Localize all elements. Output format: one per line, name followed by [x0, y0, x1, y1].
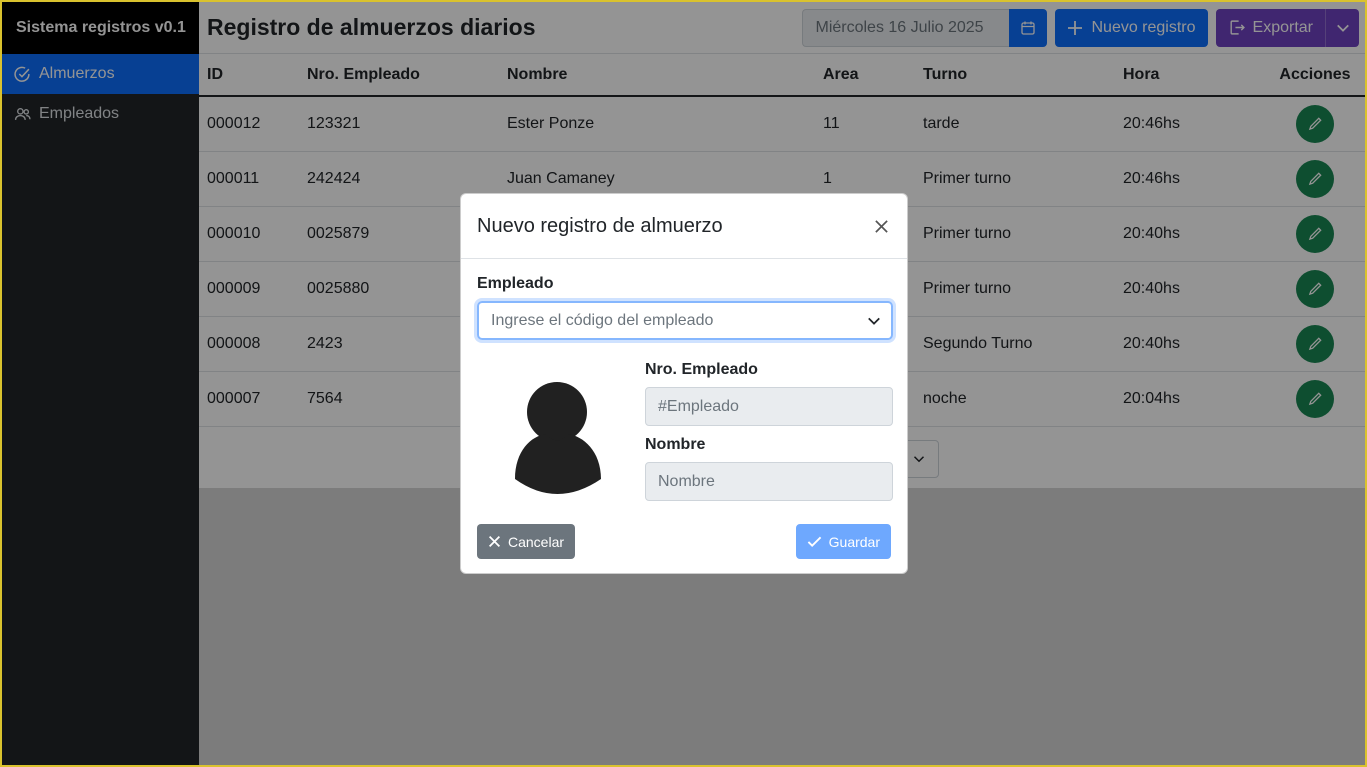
- empleado-label: Empleado: [477, 275, 554, 292]
- employee-info: Nro. Empleado #Empleado Nombre Nombre: [645, 361, 893, 501]
- chevron-down-icon: [868, 317, 880, 325]
- person-avatar-icon: [515, 382, 601, 494]
- nro-empleado-label: Nro. Empleado: [645, 361, 758, 378]
- close-icon: [488, 535, 501, 548]
- modal-title: Nuevo registro de almuerzo: [477, 214, 723, 237]
- nombre-field: Nombre: [645, 462, 893, 501]
- employee-select-placeholder: Ingrese el código del empleado: [491, 311, 714, 329]
- cancel-label: Cancelar: [508, 533, 565, 550]
- close-button[interactable]: [871, 216, 891, 236]
- employee-select[interactable]: Ingrese el código del empleado: [477, 301, 893, 340]
- modal-body: Empleado Ingrese el código del empleado …: [461, 259, 907, 515]
- modal-footer: Cancelar Guardar: [477, 524, 891, 559]
- app-frame: Sistema registros v0.1 Almuerzos Emplead…: [2, 2, 1365, 765]
- nombre-label: Nombre: [645, 436, 706, 453]
- new-record-modal: Nuevo registro de almuerzo Empleado Ingr…: [460, 193, 908, 574]
- check-icon: [807, 536, 821, 548]
- modal-header: Nuevo registro de almuerzo: [461, 194, 907, 259]
- cancel-button[interactable]: Cancelar: [477, 524, 576, 559]
- close-icon: [874, 219, 888, 233]
- nro-empleado-field: #Empleado: [645, 387, 893, 426]
- save-button[interactable]: Guardar: [795, 524, 891, 559]
- save-label: Guardar: [828, 533, 880, 550]
